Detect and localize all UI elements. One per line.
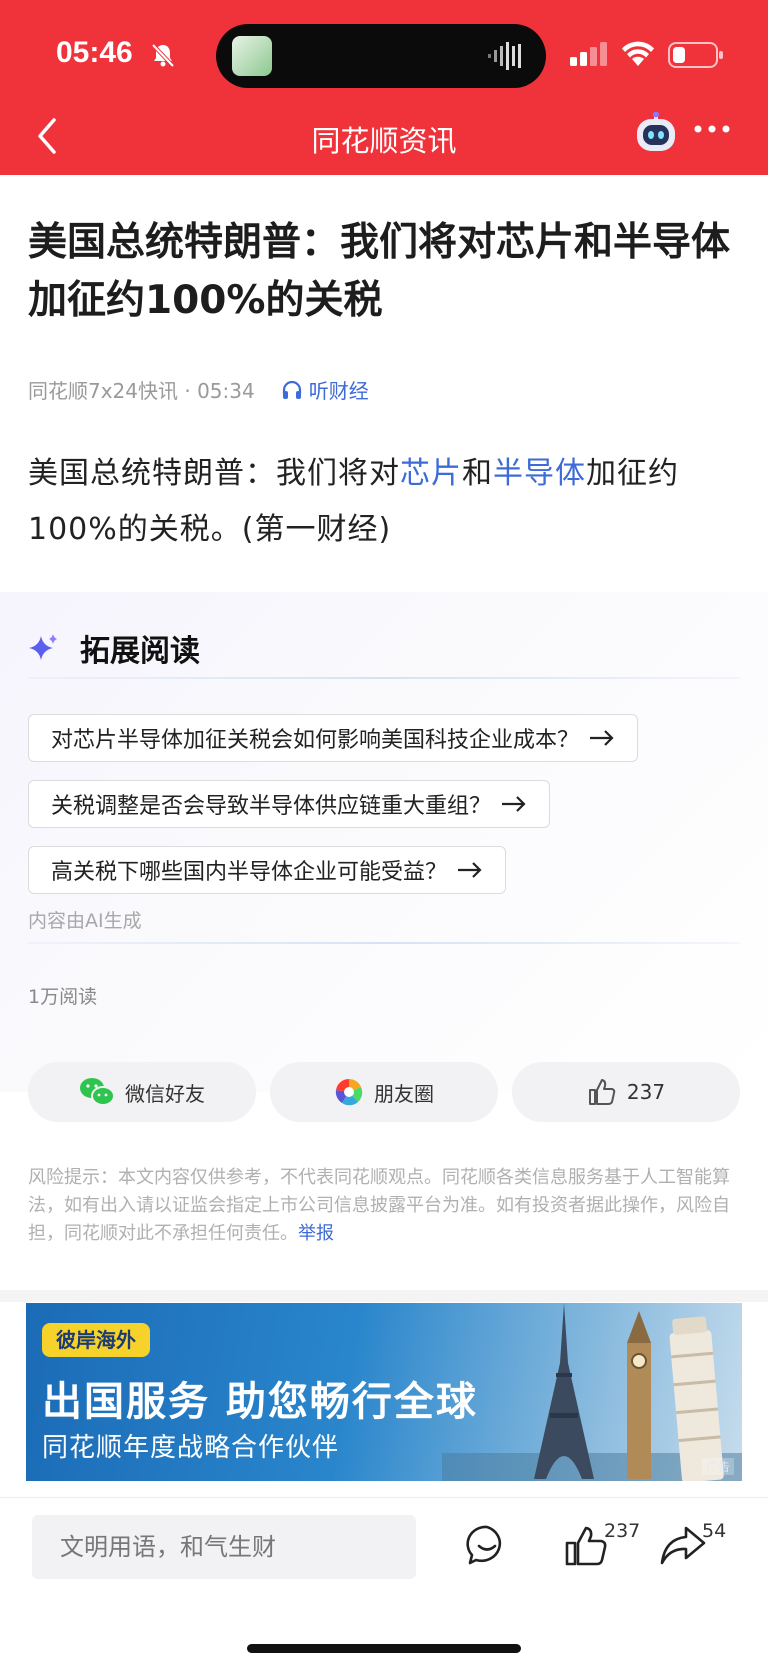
body-text-2: 和 — [462, 456, 493, 491]
extended-reading-header: 拓展阅读 — [28, 626, 200, 670]
keyword-link-semiconductor[interactable]: 半导体 — [493, 456, 586, 491]
article-source-time: 同花顺7x24快讯 · 05:34 — [28, 379, 255, 403]
article-meta: 同花顺7x24快讯 · 05:34 听财经 — [28, 375, 369, 404]
status-time: 05:46 — [56, 36, 133, 69]
body-text-1: 美国总统特朗普：我们将对 — [28, 456, 400, 491]
moments-aperture-icon — [335, 1078, 363, 1106]
share-count-badge: 54 — [702, 1520, 727, 1542]
share-moments-label: 朋友圈 — [374, 1081, 434, 1106]
section-divider — [28, 942, 740, 944]
suggested-question[interactable]: 高关税下哪些国内半导体企业可能受益？ — [28, 846, 507, 894]
comment-input[interactable]: 文明用语，和气生财 — [32, 1515, 416, 1579]
thumbs-up-icon[interactable] — [564, 1524, 608, 1568]
listen-label: 听财经 — [308, 379, 369, 403]
bottom-bar-divider — [0, 1497, 768, 1498]
thumbs-up-icon — [588, 1079, 616, 1105]
article-title: 美国总统特朗普：我们将对芯片和半导体加征约100%的关税 — [28, 220, 731, 323]
share-moments-button[interactable]: 朋友圈 — [270, 1062, 498, 1122]
bell-muted-icon — [151, 43, 175, 68]
now-playing-thumbnail — [232, 36, 272, 76]
risk-text: 风险提示：本文内容仅供参考，不代表同花顺观点。同花顺各类信息服务基于人工智能算法… — [28, 1167, 730, 1244]
read-count: 1万阅读 — [28, 986, 98, 1008]
comment-bubble-icon[interactable] — [466, 1524, 508, 1566]
sparkle-icon — [29, 634, 57, 660]
landmarks-illustration — [442, 1303, 742, 1481]
cellular-signal-icon — [570, 42, 607, 66]
battery-icon — [668, 42, 723, 68]
report-link[interactable]: 举报 — [298, 1223, 334, 1244]
question-text: 高关税下哪些国内半导体企业可能受益？ — [51, 860, 448, 885]
like-button[interactable]: 237 — [512, 1062, 740, 1122]
ai-generated-note: 内容由AI生成 — [28, 910, 142, 932]
listen-button[interactable]: 听财经 — [281, 375, 369, 404]
keyword-link-chips[interactable]: 芯片 — [400, 456, 462, 491]
share-wechat-label: 微信好友 — [125, 1081, 205, 1106]
extended-reading-title: 拓展阅读 — [80, 634, 200, 669]
risk-notice: 风险提示：本文内容仅供参考，不代表同花顺观点。同花顺各类信息服务基于人工智能算法… — [28, 1164, 740, 1248]
question-text: 对芯片半导体加征关税会如何影响美国科技企业成本？ — [51, 728, 580, 753]
ad-headline: 出国服务 助您畅行全球 — [42, 1379, 478, 1425]
share-arrow-icon[interactable] — [660, 1524, 706, 1566]
like-count-badge: 237 — [604, 1520, 641, 1542]
arrow-right-icon — [458, 862, 482, 878]
wifi-icon — [622, 41, 654, 66]
ai-robot-icon[interactable] — [634, 112, 678, 156]
wechat-icon — [80, 1078, 115, 1106]
article-body: 美国总统特朗普：我们将对芯片和半导体加征约100%的关税。(第一财经) — [28, 446, 744, 558]
home-indicator[interactable] — [247, 1644, 521, 1653]
headphones-icon — [282, 380, 301, 399]
more-options-icon[interactable] — [692, 122, 732, 136]
section-divider — [28, 677, 740, 679]
dynamic-island[interactable] — [216, 24, 546, 88]
ad-brand-tag: 彼岸海外 — [42, 1323, 150, 1357]
section-gap — [0, 1290, 768, 1302]
suggested-question[interactable]: 关税调整是否会导致半导体供应链重大重组？ — [28, 780, 551, 828]
suggested-question[interactable]: 对芯片半导体加征关税会如何影响美国科技企业成本？ — [28, 714, 639, 762]
share-wechat-button[interactable]: 微信好友 — [28, 1062, 256, 1122]
top-header: 05:46 同花顺资讯 — [0, 0, 768, 175]
ad-banner[interactable]: 彼岸海外 出国服务 助您畅行全球 同花顺年度战略合作伙伴 广告 — [26, 1303, 742, 1481]
arrow-right-icon — [502, 796, 526, 812]
ad-subheadline: 同花顺年度战略合作伙伴 — [42, 1433, 340, 1463]
question-text: 关税调整是否会导致半导体供应链重大重组？ — [51, 794, 492, 819]
audio-wave-icon — [488, 42, 521, 70]
like-count: 237 — [626, 1080, 666, 1104]
ad-label: 广告 — [701, 1458, 734, 1475]
arrow-right-icon — [590, 730, 614, 746]
